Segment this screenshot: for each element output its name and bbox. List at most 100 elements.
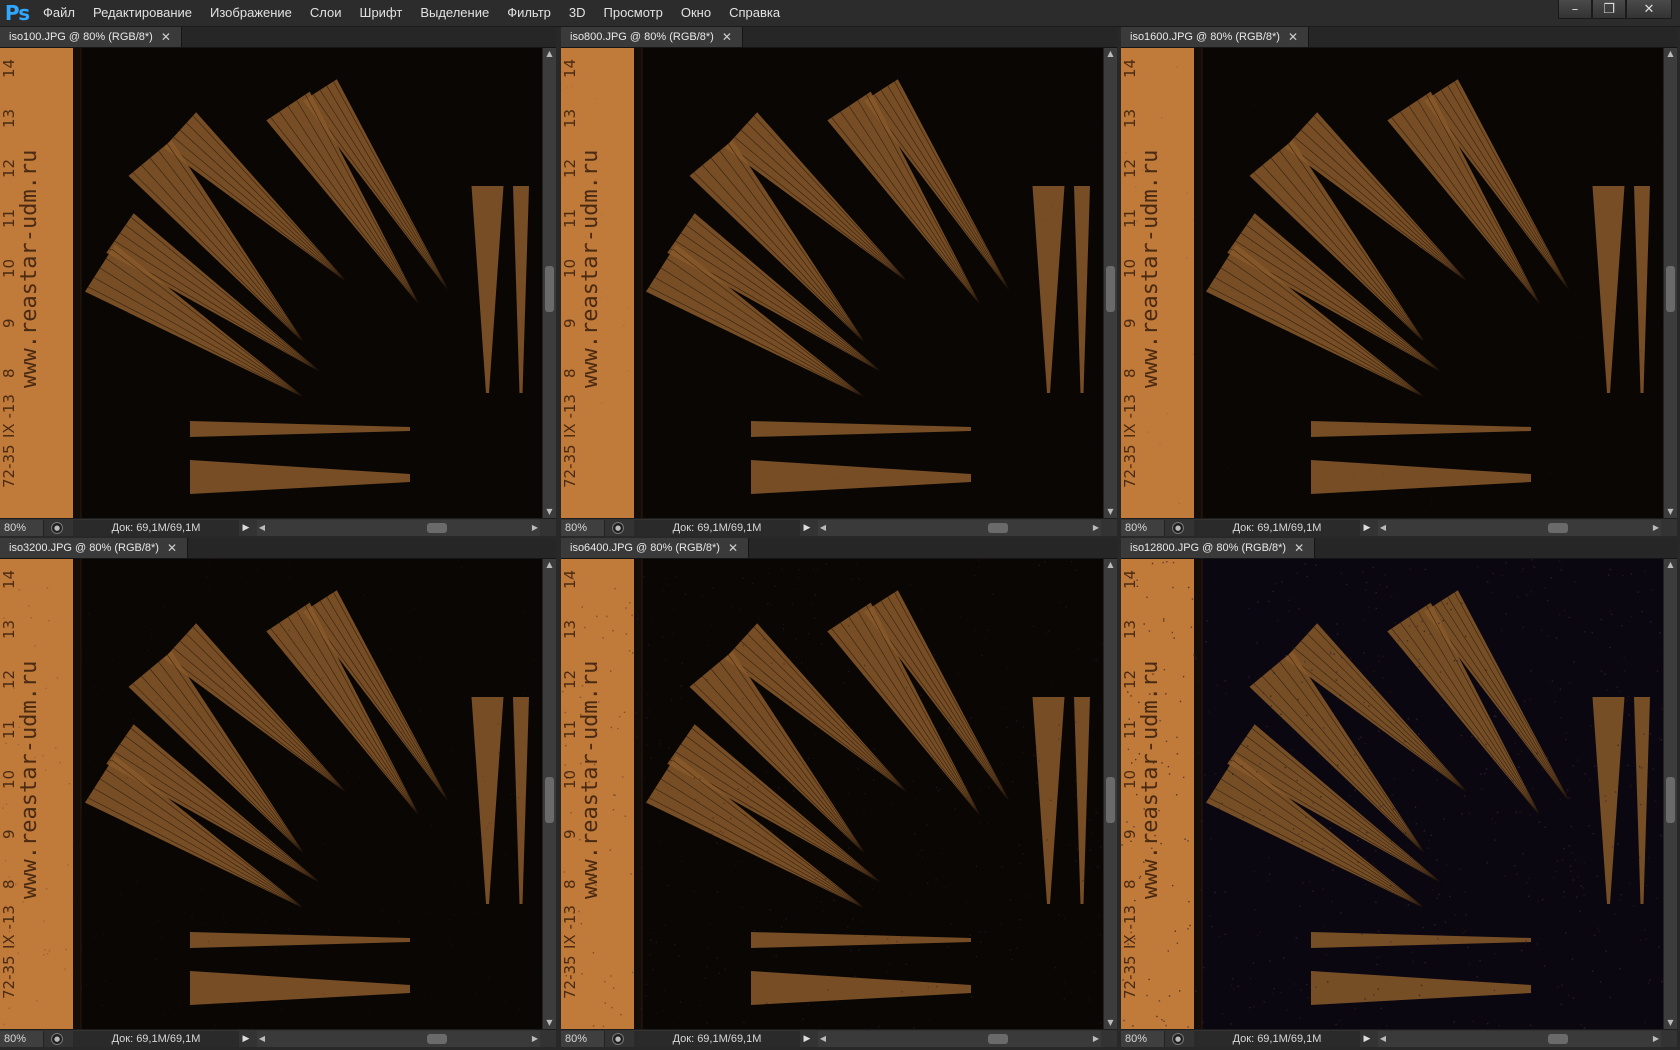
vertical-scroll-thumb[interactable]: [545, 266, 554, 312]
status-menu-arrow-icon[interactable]: ▶: [239, 1034, 253, 1044]
menu-help[interactable]: Справка: [720, 0, 789, 26]
horizontal-scrollbar[interactable]: ◀ ▶: [257, 520, 540, 536]
status-menu-arrow-icon[interactable]: ▶: [800, 1034, 814, 1044]
horizontal-scroll-thumb[interactable]: [427, 1034, 447, 1044]
menu-type[interactable]: Шрифт: [351, 0, 412, 26]
zoom-level-field[interactable]: 80%: [0, 1031, 44, 1047]
menu-view[interactable]: Просмотр: [595, 0, 672, 26]
horizontal-scroll-thumb[interactable]: [1548, 1034, 1568, 1044]
share-icon[interactable]: ●: [1172, 1033, 1184, 1045]
vertical-scrollbar[interactable]: ▲ ▼: [1103, 48, 1117, 518]
close-tab-icon[interactable]: ✕: [722, 27, 732, 47]
menu-image[interactable]: Изображение: [201, 0, 301, 26]
scroll-right-icon[interactable]: ▶: [1091, 520, 1101, 536]
scroll-left-icon[interactable]: ◀: [1378, 520, 1388, 536]
scroll-up-icon[interactable]: ▲: [543, 48, 556, 60]
horizontal-scrollbar[interactable]: ◀ ▶: [1378, 520, 1661, 536]
horizontal-scrollbar[interactable]: ◀ ▶: [818, 1031, 1101, 1047]
horizontal-scrollbar[interactable]: ◀ ▶: [1378, 1031, 1661, 1047]
zoom-level-field[interactable]: 80%: [0, 520, 44, 536]
vertical-scrollbar[interactable]: ▲ ▼: [1663, 48, 1677, 518]
scroll-left-icon[interactable]: ◀: [257, 520, 267, 536]
scroll-right-icon[interactable]: ▶: [530, 520, 540, 536]
ruler-mark: 8: [561, 368, 579, 378]
scroll-down-icon[interactable]: ▼: [1104, 506, 1117, 518]
vertical-scroll-thumb[interactable]: [1106, 777, 1115, 823]
scroll-right-icon[interactable]: ▶: [530, 1031, 540, 1047]
vertical-scroll-thumb[interactable]: [545, 777, 554, 823]
close-tab-icon[interactable]: ✕: [728, 538, 738, 558]
horizontal-scrollbar[interactable]: ◀ ▶: [257, 1031, 540, 1047]
close-tab-icon[interactable]: ✕: [161, 27, 171, 47]
image-canvas[interactable]: www.reastar-udm.ru 14 13 12 11 10 9 8 IX -13 72-3…: [0, 559, 543, 1029]
image-canvas[interactable]: www.reastar-udm.ru 14 13 12 11 10 9 8 IX -13 72-3…: [1121, 559, 1664, 1029]
status-menu-arrow-icon[interactable]: ▶: [239, 523, 253, 533]
scroll-down-icon[interactable]: ▼: [1664, 506, 1677, 518]
scroll-up-icon[interactable]: ▲: [1664, 48, 1677, 60]
image-canvas[interactable]: www.reastar-udm.ru 14 13 12 11 10 9 8 IX -13 72-3…: [1121, 48, 1664, 518]
menu-layers[interactable]: Слои: [301, 0, 351, 26]
vertical-scroll-thumb[interactable]: [1666, 777, 1675, 823]
scroll-up-icon[interactable]: ▲: [1664, 559, 1677, 571]
vertical-scrollbar[interactable]: ▲ ▼: [542, 48, 556, 518]
vertical-scroll-thumb[interactable]: [1666, 266, 1675, 312]
restore-button[interactable]: ❐: [1592, 0, 1626, 19]
ruler-mark: 72-35: [0, 444, 18, 488]
close-tab-icon[interactable]: ✕: [167, 538, 177, 558]
vertical-scrollbar[interactable]: ▲ ▼: [542, 559, 556, 1029]
horizontal-scroll-thumb[interactable]: [988, 523, 1008, 533]
scroll-down-icon[interactable]: ▼: [1104, 1017, 1117, 1029]
menu-select[interactable]: Выделение: [411, 0, 498, 26]
close-tab-icon[interactable]: ✕: [1294, 538, 1304, 558]
scroll-left-icon[interactable]: ◀: [257, 1031, 267, 1047]
menu-edit[interactable]: Редактирование: [84, 0, 201, 26]
document-tab[interactable]: iso12800.JPG @ 80% (RGB/8*) ✕: [1121, 538, 1316, 558]
image-canvas[interactable]: www.reastar-udm.ru 14 13 12 11 10 9 8 IX -13 72-3…: [561, 48, 1104, 518]
scroll-down-icon[interactable]: ▼: [543, 506, 556, 518]
zoom-level-field[interactable]: 80%: [561, 520, 605, 536]
image-canvas[interactable]: www.reastar-udm.ru 14 13 12 11 10 9 8 IX -13 72-3…: [561, 559, 1104, 1029]
share-icon[interactable]: ●: [612, 1033, 624, 1045]
scroll-up-icon[interactable]: ▲: [543, 559, 556, 571]
share-icon[interactable]: ●: [51, 1033, 63, 1045]
status-menu-arrow-icon[interactable]: ▶: [800, 523, 814, 533]
zoom-level-field[interactable]: 80%: [1121, 1031, 1165, 1047]
scroll-right-icon[interactable]: ▶: [1651, 520, 1661, 536]
scroll-up-icon[interactable]: ▲: [1104, 559, 1117, 571]
document-tab[interactable]: iso6400.JPG @ 80% (RGB/8*) ✕: [561, 538, 750, 558]
minimize-button[interactable]: –: [1558, 0, 1592, 19]
horizontal-scroll-thumb[interactable]: [1548, 523, 1568, 533]
image-canvas[interactable]: www.reastar-udm.ru 14 13 12 11 10 9 8 IX -13 72-3…: [0, 48, 543, 518]
status-menu-arrow-icon[interactable]: ▶: [1360, 523, 1374, 533]
scroll-up-icon[interactable]: ▲: [1104, 48, 1117, 60]
share-icon[interactable]: ●: [51, 522, 63, 534]
scroll-left-icon[interactable]: ◀: [1378, 1031, 1388, 1047]
horizontal-scroll-thumb[interactable]: [988, 1034, 1008, 1044]
vertical-scroll-thumb[interactable]: [1106, 266, 1115, 312]
scroll-down-icon[interactable]: ▼: [543, 1017, 556, 1029]
status-menu-arrow-icon[interactable]: ▶: [1360, 1034, 1374, 1044]
document-tab[interactable]: iso100.JPG @ 80% (RGB/8*) ✕: [0, 27, 182, 47]
zoom-level-field[interactable]: 80%: [1121, 520, 1165, 536]
share-icon[interactable]: ●: [612, 522, 624, 534]
menu-3d[interactable]: 3D: [560, 0, 595, 26]
menu-filter[interactable]: Фильтр: [498, 0, 560, 26]
vertical-scrollbar[interactable]: ▲ ▼: [1103, 559, 1117, 1029]
share-icon[interactable]: ●: [1172, 522, 1184, 534]
horizontal-scroll-thumb[interactable]: [427, 523, 447, 533]
zoom-level-field[interactable]: 80%: [561, 1031, 605, 1047]
scroll-down-icon[interactable]: ▼: [1664, 1017, 1677, 1029]
horizontal-scrollbar[interactable]: ◀ ▶: [818, 520, 1101, 536]
document-tab[interactable]: iso1600.JPG @ 80% (RGB/8*) ✕: [1121, 27, 1310, 47]
menu-file[interactable]: Файл: [34, 0, 84, 26]
document-tab[interactable]: iso800.JPG @ 80% (RGB/8*) ✕: [561, 27, 743, 47]
close-tab-icon[interactable]: ✕: [1288, 27, 1298, 47]
vertical-scrollbar[interactable]: ▲ ▼: [1663, 559, 1677, 1029]
close-window-button[interactable]: ✕: [1626, 0, 1672, 19]
scroll-right-icon[interactable]: ▶: [1091, 1031, 1101, 1047]
scroll-left-icon[interactable]: ◀: [818, 520, 828, 536]
scroll-right-icon[interactable]: ▶: [1651, 1031, 1661, 1047]
menu-window[interactable]: Окно: [672, 0, 720, 26]
scroll-left-icon[interactable]: ◀: [818, 1031, 828, 1047]
document-tab[interactable]: iso3200.JPG @ 80% (RGB/8*) ✕: [0, 538, 189, 558]
